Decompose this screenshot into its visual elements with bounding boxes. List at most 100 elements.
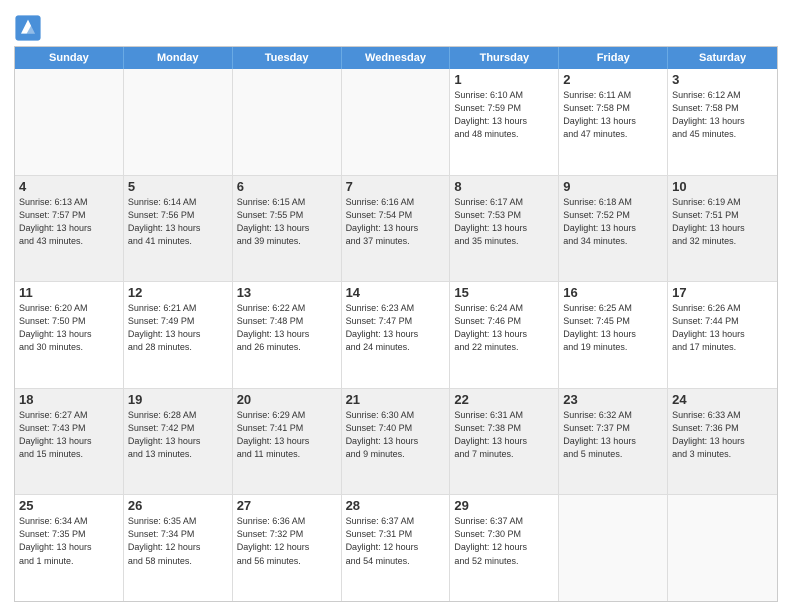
day-info: Sunrise: 6:15 AMSunset: 7:55 PMDaylight:… <box>237 196 337 248</box>
cal-cell: 11 Sunrise: 6:20 AMSunset: 7:50 PMDayligh… <box>15 282 124 388</box>
day-number: 26 <box>128 498 228 513</box>
cal-row-3: 11 Sunrise: 6:20 AMSunset: 7:50 PMDayligh… <box>15 282 777 389</box>
cal-row-5: 25 Sunrise: 6:34 AMSunset: 7:35 PMDayligh… <box>15 495 777 601</box>
cal-row-4: 18 Sunrise: 6:27 AMSunset: 7:43 PMDayligh… <box>15 389 777 496</box>
weekday-header-saturday: Saturday <box>668 47 777 69</box>
day-info: Sunrise: 6:32 AMSunset: 7:37 PMDaylight:… <box>563 409 663 461</box>
cal-cell: 19 Sunrise: 6:28 AMSunset: 7:42 PMDayligh… <box>124 389 233 495</box>
day-info: Sunrise: 6:31 AMSunset: 7:38 PMDaylight:… <box>454 409 554 461</box>
cal-cell: 4 Sunrise: 6:13 AMSunset: 7:57 PMDaylight… <box>15 176 124 282</box>
day-number: 21 <box>346 392 446 407</box>
weekday-header-sunday: Sunday <box>15 47 124 69</box>
cal-cell: 14Sunrise: 6:23 AMSunset: 7:47 PMDayligh… <box>342 282 451 388</box>
day-info: Sunrise: 6:36 AMSunset: 7:32 PMDaylight:… <box>237 515 337 567</box>
weekday-header-wednesday: Wednesday <box>342 47 451 69</box>
day-info: Sunrise: 6:29 AMSunset: 7:41 PMDaylight:… <box>237 409 337 461</box>
day-number: 19 <box>128 392 228 407</box>
day-number: 23 <box>563 392 663 407</box>
logo <box>14 14 44 42</box>
day-info: Sunrise: 6:35 AMSunset: 7:34 PMDaylight:… <box>128 515 228 567</box>
day-info: Sunrise: 6:21 AMSunset: 7:49 PMDaylight:… <box>128 302 228 354</box>
cal-cell: 3 Sunrise: 6:12 AMSunset: 7:58 PMDaylight… <box>668 69 777 175</box>
cal-cell <box>233 69 342 175</box>
cal-cell: 27Sunrise: 6:36 AMSunset: 7:32 PMDayligh… <box>233 495 342 601</box>
calendar: SundayMondayTuesdayWednesdayThursdayFrid… <box>14 46 778 602</box>
day-number: 28 <box>346 498 446 513</box>
day-info: Sunrise: 6:22 AMSunset: 7:48 PMDaylight:… <box>237 302 337 354</box>
day-number: 11 <box>19 285 119 300</box>
day-number: 22 <box>454 392 554 407</box>
cal-cell: 12 Sunrise: 6:21 AMSunset: 7:49 PMDayligh… <box>124 282 233 388</box>
cal-body: 1Sunrise: 6:10 AMSunset: 7:59 PMDaylight… <box>15 69 777 601</box>
cal-cell: 22 Sunrise: 6:31 AMSunset: 7:38 PMDayligh… <box>450 389 559 495</box>
weekday-header-monday: Monday <box>124 47 233 69</box>
day-number: 6 <box>237 179 337 194</box>
cal-header: SundayMondayTuesdayWednesdayThursdayFrid… <box>15 47 777 69</box>
day-info: Sunrise: 6:14 AMSunset: 7:56 PMDaylight:… <box>128 196 228 248</box>
day-info: Sunrise: 6:10 AMSunset: 7:59 PMDaylight:… <box>454 89 554 141</box>
day-number: 4 <box>19 179 119 194</box>
day-info: Sunrise: 6:37 AMSunset: 7:30 PMDaylight:… <box>454 515 554 567</box>
day-number: 7 <box>346 179 446 194</box>
day-info: Sunrise: 6:34 AMSunset: 7:35 PMDaylight:… <box>19 515 119 567</box>
day-number: 2 <box>563 72 663 87</box>
cal-row-1: 1Sunrise: 6:10 AMSunset: 7:59 PMDaylight… <box>15 69 777 176</box>
day-info: Sunrise: 6:24 AMSunset: 7:46 PMDaylight:… <box>454 302 554 354</box>
day-info: Sunrise: 6:11 AMSunset: 7:58 PMDaylight:… <box>563 89 663 141</box>
day-info: Sunrise: 6:27 AMSunset: 7:43 PMDaylight:… <box>19 409 119 461</box>
day-number: 13 <box>237 285 337 300</box>
cal-cell: 6 Sunrise: 6:15 AMSunset: 7:55 PMDaylight… <box>233 176 342 282</box>
cal-cell: 21 Sunrise: 6:30 AMSunset: 7:40 PMDayligh… <box>342 389 451 495</box>
day-info: Sunrise: 6:20 AMSunset: 7:50 PMDaylight:… <box>19 302 119 354</box>
day-number: 16 <box>563 285 663 300</box>
cal-cell: 16 Sunrise: 6:25 AMSunset: 7:45 PMDayligh… <box>559 282 668 388</box>
cal-cell <box>342 69 451 175</box>
cal-cell <box>668 495 777 601</box>
logo-icon <box>14 14 42 42</box>
day-number: 29 <box>454 498 554 513</box>
day-info: Sunrise: 6:12 AMSunset: 7:58 PMDaylight:… <box>672 89 773 141</box>
cal-cell <box>124 69 233 175</box>
day-info: Sunrise: 6:17 AMSunset: 7:53 PMDaylight:… <box>454 196 554 248</box>
cal-cell: 29 Sunrise: 6:37 AMSunset: 7:30 PMDayligh… <box>450 495 559 601</box>
cal-cell: 9 Sunrise: 6:18 AMSunset: 7:52 PMDaylight… <box>559 176 668 282</box>
day-info: Sunrise: 6:13 AMSunset: 7:57 PMDaylight:… <box>19 196 119 248</box>
day-info: Sunrise: 6:37 AMSunset: 7:31 PMDaylight:… <box>346 515 446 567</box>
cal-cell: 1Sunrise: 6:10 AMSunset: 7:59 PMDaylight… <box>450 69 559 175</box>
day-info: Sunrise: 6:25 AMSunset: 7:45 PMDaylight:… <box>563 302 663 354</box>
day-number: 12 <box>128 285 228 300</box>
day-info: Sunrise: 6:19 AMSunset: 7:51 PMDaylight:… <box>672 196 773 248</box>
cal-cell: 10 Sunrise: 6:19 AMSunset: 7:51 PMDayligh… <box>668 176 777 282</box>
day-info: Sunrise: 6:30 AMSunset: 7:40 PMDaylight:… <box>346 409 446 461</box>
day-number: 3 <box>672 72 773 87</box>
cal-cell: 15Sunrise: 6:24 AMSunset: 7:46 PMDayligh… <box>450 282 559 388</box>
day-number: 5 <box>128 179 228 194</box>
day-number: 25 <box>19 498 119 513</box>
cal-cell <box>559 495 668 601</box>
top-section <box>14 10 778 42</box>
cal-cell: 18 Sunrise: 6:27 AMSunset: 7:43 PMDayligh… <box>15 389 124 495</box>
day-info: Sunrise: 6:18 AMSunset: 7:52 PMDaylight:… <box>563 196 663 248</box>
day-number: 24 <box>672 392 773 407</box>
cal-cell <box>15 69 124 175</box>
cal-cell: 25 Sunrise: 6:34 AMSunset: 7:35 PMDayligh… <box>15 495 124 601</box>
cal-cell: 5 Sunrise: 6:14 AMSunset: 7:56 PMDaylight… <box>124 176 233 282</box>
cal-cell: 7 Sunrise: 6:16 AMSunset: 7:54 PMDaylight… <box>342 176 451 282</box>
cal-row-2: 4 Sunrise: 6:13 AMSunset: 7:57 PMDaylight… <box>15 176 777 283</box>
cal-cell: 24Sunrise: 6:33 AMSunset: 7:36 PMDayligh… <box>668 389 777 495</box>
day-info: Sunrise: 6:28 AMSunset: 7:42 PMDaylight:… <box>128 409 228 461</box>
cal-cell: 2 Sunrise: 6:11 AMSunset: 7:58 PMDaylight… <box>559 69 668 175</box>
cal-cell: 26 Sunrise: 6:35 AMSunset: 7:34 PMDayligh… <box>124 495 233 601</box>
day-info: Sunrise: 6:16 AMSunset: 7:54 PMDaylight:… <box>346 196 446 248</box>
day-number: 9 <box>563 179 663 194</box>
cal-cell: 17 Sunrise: 6:26 AMSunset: 7:44 PMDayligh… <box>668 282 777 388</box>
day-info: Sunrise: 6:26 AMSunset: 7:44 PMDaylight:… <box>672 302 773 354</box>
day-number: 17 <box>672 285 773 300</box>
cal-cell: 8Sunrise: 6:17 AMSunset: 7:53 PMDaylight… <box>450 176 559 282</box>
weekday-header-tuesday: Tuesday <box>233 47 342 69</box>
day-number: 18 <box>19 392 119 407</box>
weekday-header-thursday: Thursday <box>450 47 559 69</box>
cal-cell: 28 Sunrise: 6:37 AMSunset: 7:31 PMDayligh… <box>342 495 451 601</box>
cal-cell: 23 Sunrise: 6:32 AMSunset: 7:37 PMDayligh… <box>559 389 668 495</box>
day-number: 10 <box>672 179 773 194</box>
